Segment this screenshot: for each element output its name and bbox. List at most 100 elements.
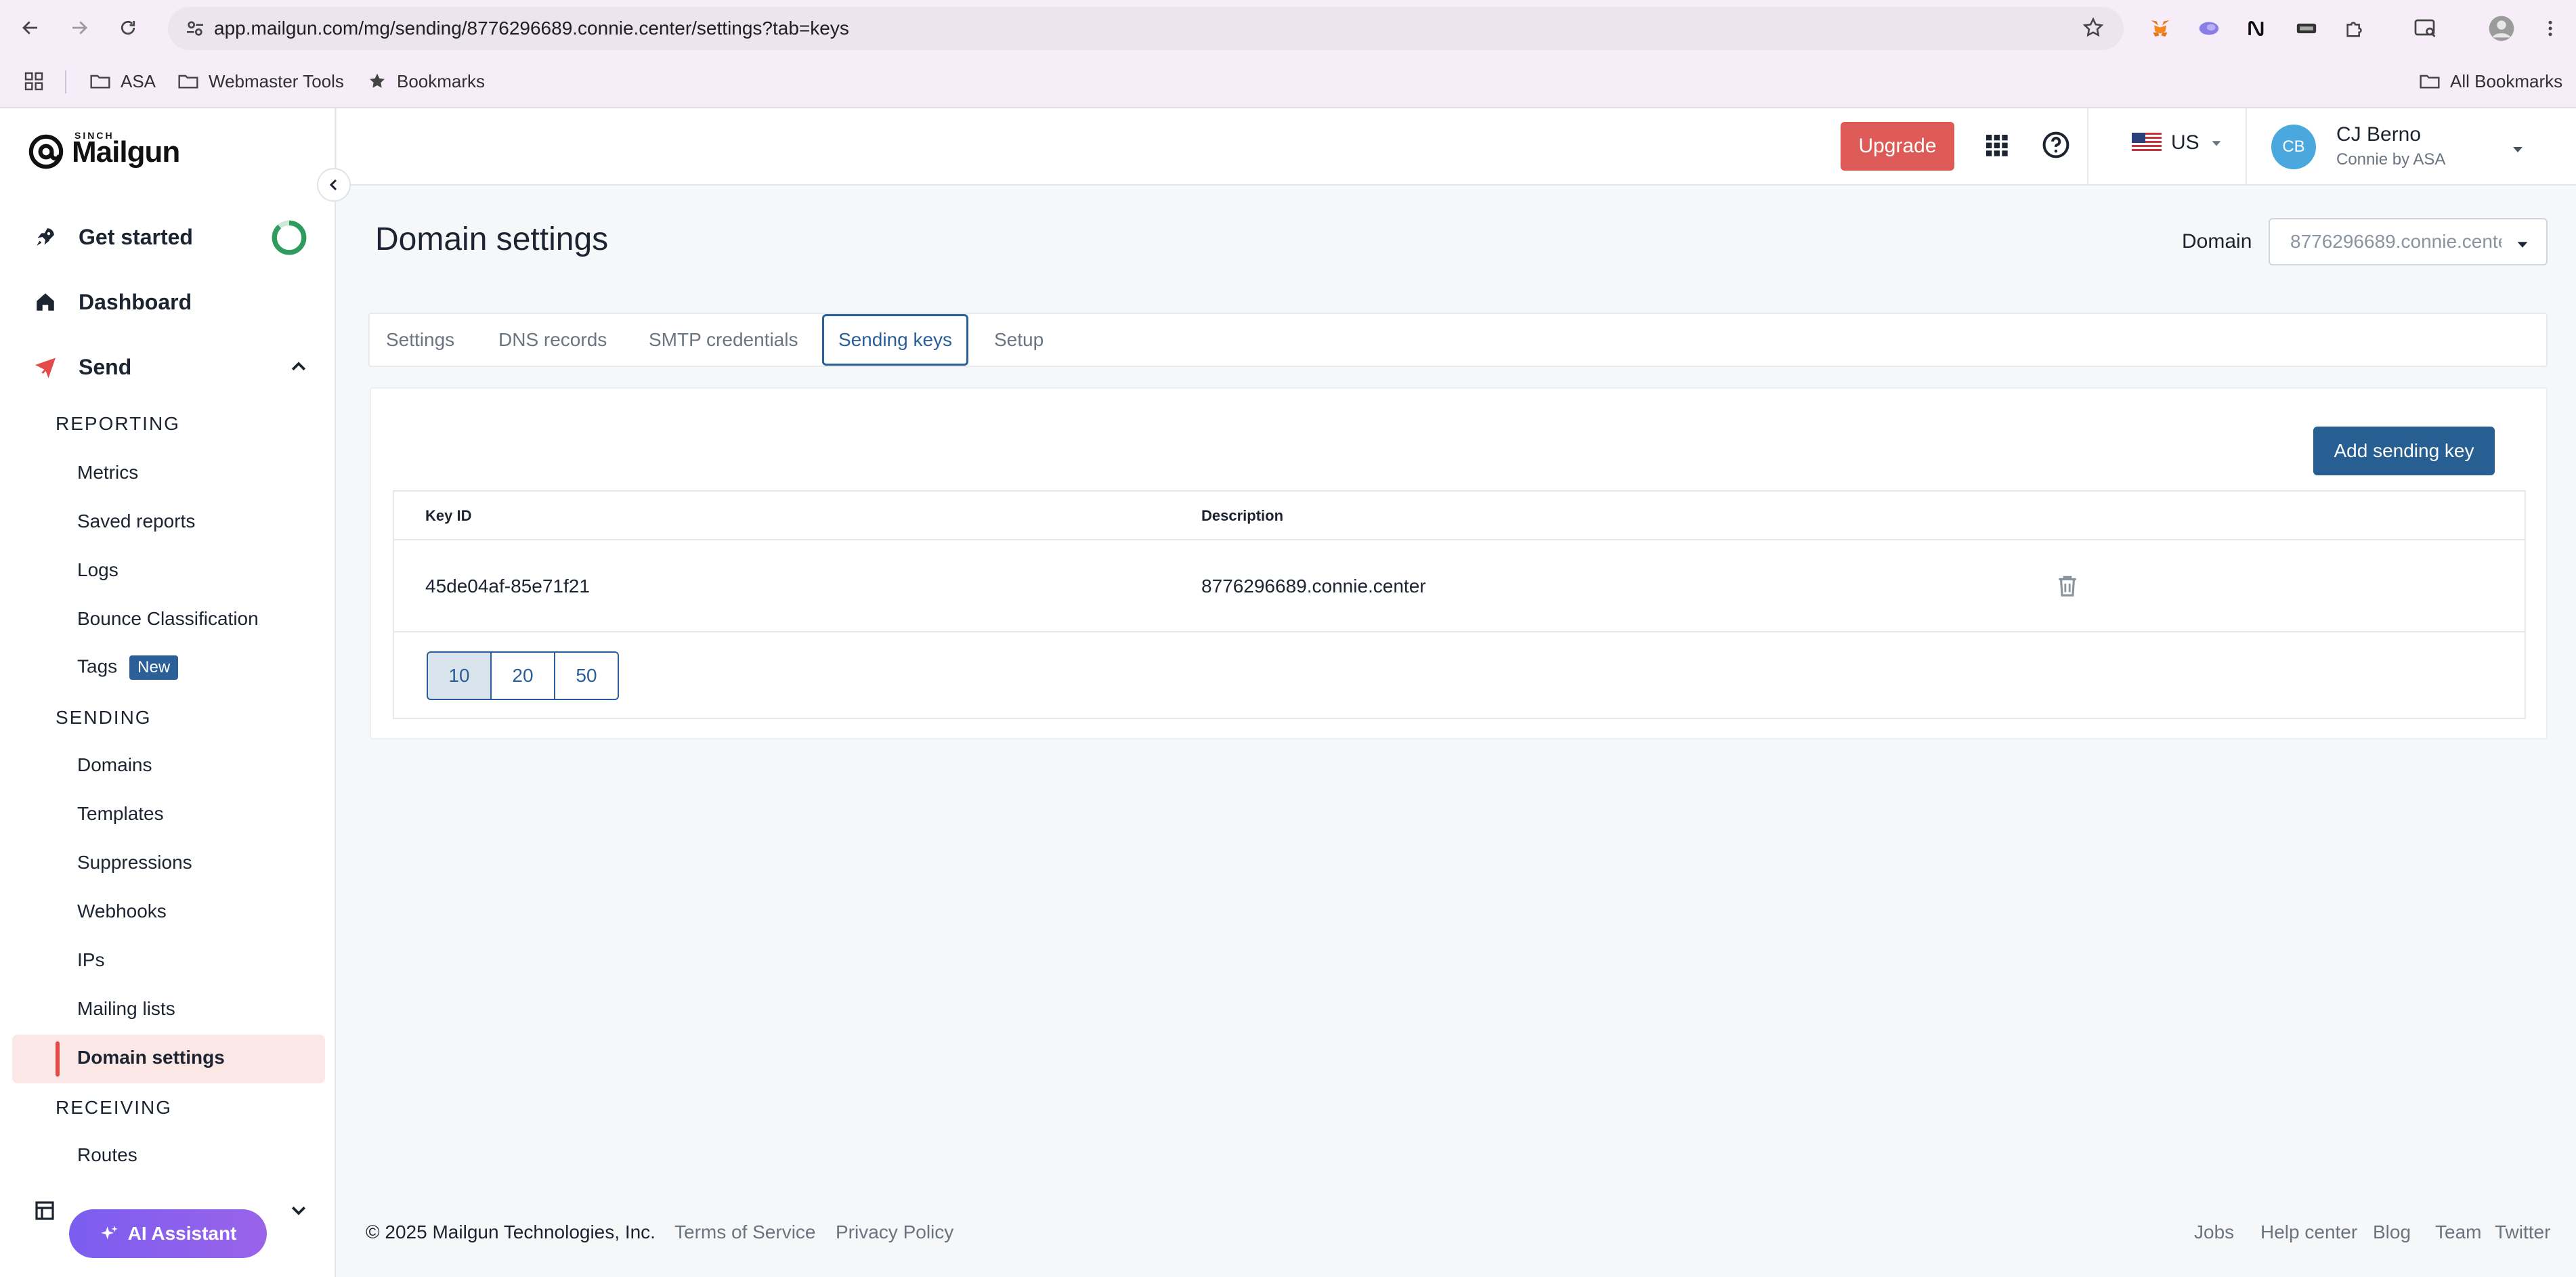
- us-flag-icon: [2132, 133, 2162, 153]
- folder-icon: [90, 74, 110, 89]
- chevron-left-icon: [329, 179, 337, 191]
- domain-select-value: 8776296689.connie.center: [2290, 231, 2502, 252]
- address-bar[interactable]: app.mailgun.com/mg/sending/8776296689.co…: [168, 7, 2124, 50]
- nav-metrics[interactable]: Metrics: [77, 462, 138, 483]
- nav-send[interactable]: Send: [31, 347, 131, 387]
- logo-brand-text: Mailgun: [72, 135, 180, 169]
- chevron-up-icon[interactable]: [288, 357, 309, 377]
- jobs-link[interactable]: Jobs: [2194, 1221, 2234, 1243]
- all-bookmarks[interactable]: All Bookmarks: [2419, 68, 2562, 95]
- apps-grid-icon[interactable]: [1983, 131, 2010, 158]
- bookmark-webmaster-tools[interactable]: Webmaster Tools: [177, 68, 344, 95]
- browser-menu-icon[interactable]: [2535, 14, 2565, 43]
- tab-dns-records[interactable]: DNS records: [498, 314, 607, 366]
- page-size-10[interactable]: 10: [427, 651, 492, 700]
- nav-domain-settings[interactable]: Domain settings: [77, 1047, 225, 1068]
- apps-grid-icon[interactable]: [23, 68, 54, 95]
- region-selector[interactable]: US: [2132, 131, 2224, 154]
- site-info-icon[interactable]: [184, 18, 206, 39]
- section-receiving: RECEIVING: [56, 1097, 173, 1118]
- column-key-id: Key ID: [425, 507, 472, 524]
- folder-icon: [178, 74, 198, 89]
- leaf-extension-icon[interactable]: [2194, 14, 2224, 43]
- extensions-puzzle-icon[interactable]: [2340, 14, 2370, 43]
- sidebar: SINCH Mailgun Get started Dashboard Send…: [0, 108, 336, 1277]
- progress-ring-icon: [272, 220, 307, 255]
- tab-settings[interactable]: Settings: [386, 314, 454, 366]
- domain-select[interactable]: 8776296689.connie.center: [2269, 218, 2548, 265]
- nav-routes[interactable]: Routes: [77, 1144, 137, 1166]
- nav-dashboard[interactable]: Dashboard: [31, 282, 192, 322]
- bookmark-bookmarks[interactable]: Bookmarks: [367, 68, 485, 95]
- dashboard-grid-icon: [35, 1201, 54, 1220]
- tab-search-icon[interactable]: [2411, 14, 2441, 43]
- bookmark-label: Bookmarks: [397, 70, 486, 91]
- help-center-link[interactable]: Help center: [2260, 1221, 2357, 1243]
- tab-smtp-credentials[interactable]: SMTP credentials: [649, 314, 798, 366]
- tab-setup[interactable]: Setup: [994, 314, 1044, 366]
- page-size-50[interactable]: 50: [554, 651, 619, 700]
- seo-extension-icon[interactable]: [2292, 14, 2321, 43]
- nav-domains[interactable]: Domains: [77, 754, 152, 776]
- chevron-down-icon[interactable]: [288, 1200, 309, 1220]
- upgrade-button[interactable]: Upgrade: [1841, 122, 1954, 171]
- column-description: Description: [1201, 507, 1284, 524]
- back-icon[interactable]: [14, 11, 47, 45]
- nav-active-indicator: [56, 1041, 60, 1077]
- domain-label: Domain: [2182, 230, 2252, 253]
- nav-mailing-lists[interactable]: Mailing lists: [77, 998, 175, 1020]
- nav-label: Send: [79, 354, 132, 379]
- page-title: Domain settings: [375, 221, 609, 257]
- rocket-icon: [37, 228, 54, 246]
- team-link[interactable]: Team: [2435, 1221, 2481, 1243]
- region-label: US: [2171, 131, 2199, 154]
- reload-icon[interactable]: [111, 11, 145, 45]
- twitter-link[interactable]: Twitter: [2495, 1221, 2550, 1243]
- star-icon: [370, 73, 385, 88]
- user-name[interactable]: CJ Berno: [2336, 123, 2421, 146]
- nav-logs[interactable]: Logs: [77, 559, 119, 581]
- user-organization: Connie by ASA: [2336, 150, 2446, 169]
- bookmark-star-icon[interactable]: [2082, 16, 2105, 39]
- n-extension-icon[interactable]: [2241, 14, 2271, 43]
- sidebar-collapse-button[interactable]: [317, 168, 351, 202]
- bookmark-label: Webmaster Tools: [209, 70, 344, 91]
- help-icon[interactable]: [2041, 130, 2071, 160]
- nav-suppressions[interactable]: Suppressions: [77, 852, 192, 873]
- privacy-link[interactable]: Privacy Policy: [836, 1221, 953, 1243]
- nav-bounce-classification[interactable]: Bounce Classification: [77, 608, 259, 630]
- sending-keys-table: Key ID Description 45de04af-85e71f21 877…: [393, 490, 2526, 719]
- app-header: Upgrade US CB CJ Berno Connie by ASA: [337, 108, 2576, 186]
- nav-saved-reports[interactable]: Saved reports: [77, 511, 195, 532]
- forward-icon[interactable]: [62, 11, 96, 45]
- bookmark-asa[interactable]: ASA: [89, 68, 156, 95]
- settings-tabs: Settings DNS records SMTP credentials Se…: [368, 313, 2548, 367]
- caret-down-icon[interactable]: [2510, 141, 2526, 157]
- blog-link[interactable]: Blog: [2373, 1221, 2411, 1243]
- nav-webhooks[interactable]: Webhooks: [77, 901, 167, 922]
- nav-get-started[interactable]: Get started: [31, 217, 193, 257]
- tab-sending-keys[interactable]: Sending keys: [822, 314, 968, 366]
- metamask-extension-icon[interactable]: [2145, 14, 2175, 43]
- terms-link[interactable]: Terms of Service: [674, 1221, 816, 1243]
- all-bookmarks-label: All Bookmarks: [2450, 70, 2563, 91]
- page-size-20[interactable]: 20: [490, 651, 555, 700]
- mailgun-at-icon: [28, 134, 64, 169]
- nav-templates[interactable]: Templates: [77, 803, 164, 825]
- ai-assistant-button[interactable]: AI Assistant: [69, 1209, 267, 1258]
- caret-down-icon: [2212, 141, 2221, 146]
- nav-tags[interactable]: Tags New: [77, 655, 179, 680]
- folder-icon: [2420, 74, 2440, 89]
- avatar[interactable]: CB: [2271, 125, 2316, 169]
- profile-avatar-icon[interactable]: [2487, 14, 2516, 43]
- copyright: © 2025 Mailgun Technologies, Inc.: [366, 1221, 656, 1242]
- key-id-cell: 45de04af-85e71f21: [425, 576, 590, 597]
- section-reporting: REPORTING: [56, 413, 180, 434]
- browser-toolbar: app.mailgun.com/mg/sending/8776296689.co…: [0, 0, 2576, 54]
- trash-icon[interactable]: [2055, 573, 2080, 599]
- caret-down-icon: [2517, 242, 2528, 248]
- add-sending-key-button[interactable]: Add sending key: [2313, 427, 2495, 475]
- bookmarks-bar: ASA Webmaster Tools Bookmarks All Bookma…: [0, 54, 2576, 108]
- nav-ips[interactable]: IPs: [77, 949, 104, 971]
- page-size-selector: 10 20 50: [427, 651, 619, 700]
